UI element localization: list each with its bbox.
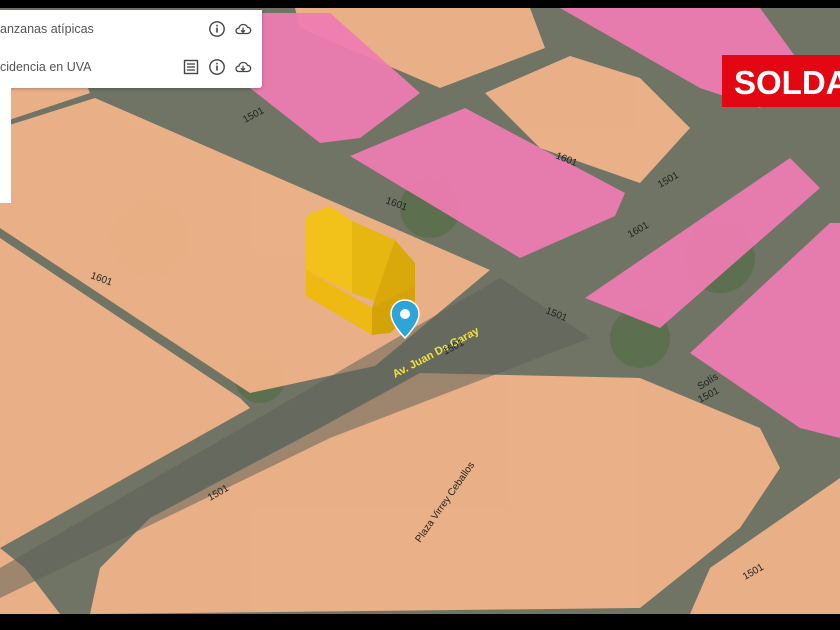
info-icon[interactable] xyxy=(208,20,226,38)
brand-text: SOLDA xyxy=(734,64,840,101)
map-viewport[interactable]: Av. Juan De Garay Plaza Virrey Ceballos … xyxy=(0,8,840,614)
cloud-download-icon[interactable] xyxy=(234,58,252,76)
brand-logo: SOLDA xyxy=(722,55,840,107)
info-icon[interactable] xyxy=(208,58,226,76)
list-icon[interactable] xyxy=(182,58,200,76)
layer-row-incidencia-uva[interactable]: cidencia en UVA xyxy=(0,48,262,86)
layer-label: cidencia en UVA xyxy=(0,60,92,74)
layer-label: anzanas atípicas xyxy=(0,22,94,36)
layer-row-manzanas[interactable]: anzanas atípicas xyxy=(0,10,262,48)
layers-panel: anzanas atípicas cidencia en UVA xyxy=(0,10,262,88)
cloud-download-icon[interactable] xyxy=(234,20,252,38)
aerial-map[interactable]: Av. Juan De Garay Plaza Virrey Ceballos … xyxy=(0,8,840,614)
panel-side-strip xyxy=(0,88,11,203)
